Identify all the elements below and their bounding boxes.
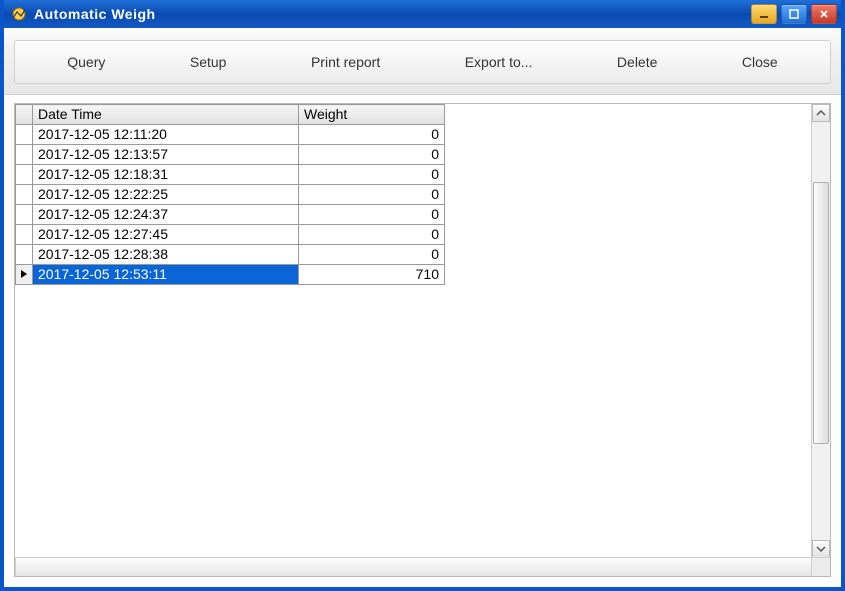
- scrollbar-track[interactable]: [812, 122, 830, 540]
- horizontal-scrollbar[interactable]: [15, 557, 830, 576]
- table-row[interactable]: 2017-12-05 12:53:11710: [16, 265, 445, 285]
- cell-weight[interactable]: 0: [299, 165, 445, 185]
- content-area: Date Time Weight 2017-12-05 12:11:200201…: [4, 95, 841, 587]
- cell-datetime[interactable]: 2017-12-05 12:11:20: [33, 125, 299, 145]
- cell-weight[interactable]: 710: [299, 265, 445, 285]
- cell-datetime[interactable]: 2017-12-05 12:53:11: [33, 265, 299, 285]
- cell-datetime[interactable]: 2017-12-05 12:28:38: [33, 245, 299, 265]
- print-report-button[interactable]: Print report: [297, 48, 394, 76]
- close-button[interactable]: Close: [728, 48, 792, 76]
- table-row[interactable]: 2017-12-05 12:18:310: [16, 165, 445, 185]
- close-window-button[interactable]: [811, 4, 837, 24]
- column-header-weight[interactable]: Weight: [299, 105, 445, 125]
- title-bar[interactable]: Automatic Weigh: [4, 0, 841, 28]
- cell-datetime[interactable]: 2017-12-05 12:24:37: [33, 205, 299, 225]
- maximize-icon: [788, 8, 800, 20]
- cell-weight[interactable]: 0: [299, 185, 445, 205]
- app-icon: [10, 5, 28, 23]
- row-indicator: [16, 145, 33, 165]
- window-title: Automatic Weigh: [34, 6, 156, 22]
- scroll-up-button[interactable]: [812, 104, 830, 122]
- table-row[interactable]: 2017-12-05 12:11:200: [16, 125, 445, 145]
- query-button[interactable]: Query: [53, 48, 119, 76]
- cell-weight[interactable]: 0: [299, 225, 445, 245]
- cell-datetime[interactable]: 2017-12-05 12:13:57: [33, 145, 299, 165]
- close-icon: [818, 8, 830, 20]
- scroll-down-button[interactable]: [812, 540, 830, 558]
- minimize-icon: [758, 8, 770, 20]
- export-to-button[interactable]: Export to...: [451, 48, 547, 76]
- table-row[interactable]: 2017-12-05 12:28:380: [16, 245, 445, 265]
- row-indicator: [16, 245, 33, 265]
- minimize-button[interactable]: [751, 4, 777, 24]
- delete-button[interactable]: Delete: [603, 48, 671, 76]
- row-indicator: [16, 205, 33, 225]
- table-row[interactable]: 2017-12-05 12:22:250: [16, 185, 445, 205]
- maximize-button[interactable]: [781, 4, 807, 24]
- toolbar-area: Query Setup Print report Export to... De…: [4, 28, 841, 95]
- cell-datetime[interactable]: 2017-12-05 12:18:31: [33, 165, 299, 185]
- cell-datetime[interactable]: 2017-12-05 12:27:45: [33, 225, 299, 245]
- row-indicator: [16, 185, 33, 205]
- cell-weight[interactable]: 0: [299, 145, 445, 165]
- table-row[interactable]: 2017-12-05 12:13:570: [16, 145, 445, 165]
- scrollbar-thumb[interactable]: [813, 182, 829, 444]
- scrollbar-corner: [811, 557, 830, 576]
- window-frame: Automatic Weigh Query Setup Print report…: [0, 0, 845, 591]
- row-indicator: [16, 225, 33, 245]
- table-row[interactable]: 2017-12-05 12:27:450: [16, 225, 445, 245]
- cell-weight[interactable]: 0: [299, 125, 445, 145]
- row-indicator: [16, 265, 33, 285]
- cell-datetime[interactable]: 2017-12-05 12:22:25: [33, 185, 299, 205]
- row-indicator: [16, 165, 33, 185]
- row-indicator-header: [16, 105, 33, 125]
- setup-button[interactable]: Setup: [176, 48, 241, 76]
- data-grid[interactable]: Date Time Weight 2017-12-05 12:11:200201…: [14, 103, 831, 577]
- cell-weight[interactable]: 0: [299, 245, 445, 265]
- table-row[interactable]: 2017-12-05 12:24:370: [16, 205, 445, 225]
- chevron-down-icon: [816, 544, 826, 554]
- toolbar: Query Setup Print report Export to... De…: [14, 40, 831, 84]
- cell-weight[interactable]: 0: [299, 205, 445, 225]
- column-header-datetime[interactable]: Date Time: [33, 105, 299, 125]
- chevron-up-icon: [816, 108, 826, 118]
- row-indicator: [16, 125, 33, 145]
- vertical-scrollbar[interactable]: [811, 104, 830, 558]
- current-row-icon: [19, 269, 29, 279]
